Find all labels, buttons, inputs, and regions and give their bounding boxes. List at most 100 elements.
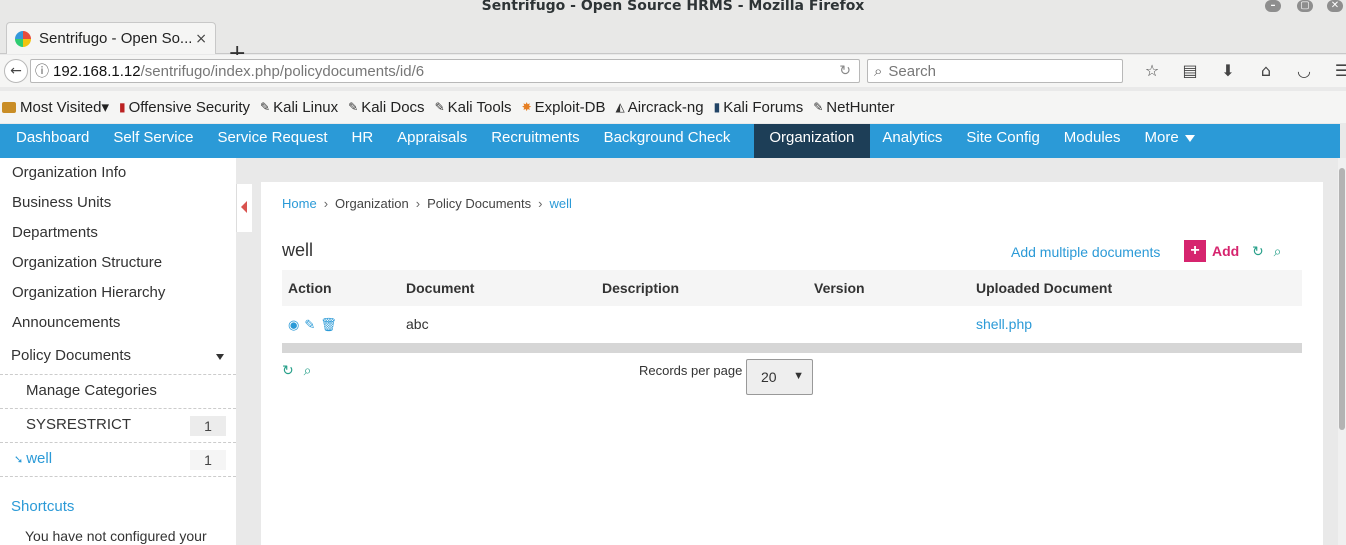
bookmark-kali-tools[interactable]: ✎ Kali Tools xyxy=(435,99,512,116)
search-icon[interactable]: ⌕ xyxy=(304,362,312,378)
nav-hr[interactable]: HR xyxy=(340,124,386,158)
column-document[interactable]: Document xyxy=(400,270,596,306)
browser-tab[interactable]: Sentrifugo - Open So... × xyxy=(6,22,216,54)
cell-description xyxy=(596,306,808,342)
info-icon[interactable]: ⓘ xyxy=(31,61,53,81)
main-panel: Home › Organization › Policy Documents ›… xyxy=(261,182,1323,545)
search-icon[interactable]: ⌕ xyxy=(1274,243,1282,259)
pocket-icon[interactable]: ◡ xyxy=(1285,60,1323,82)
home-icon[interactable]: ⌂ xyxy=(1247,60,1285,82)
minimize-icon[interactable]: – xyxy=(1265,0,1281,12)
reload-icon[interactable]: ↻ xyxy=(839,62,851,79)
sidebar-item-organization-hierarchy[interactable]: Organization Hierarchy xyxy=(12,284,165,301)
bookmark-star-icon[interactable]: ☆ xyxy=(1133,60,1171,82)
chevron-down-icon: ▼ xyxy=(793,370,804,382)
add-button[interactable]: + Add xyxy=(1184,240,1239,262)
sidebar-collapse-toggle[interactable] xyxy=(236,184,252,232)
policy-documents-table: Action Document Description Version Uplo… xyxy=(282,270,1302,342)
shortcuts-heading[interactable]: Shortcuts xyxy=(11,498,74,515)
records-per-page-select[interactable]: 20 ▼ xyxy=(746,359,813,395)
sentrifugo-favicon-icon xyxy=(15,30,31,47)
nav-analytics[interactable]: Analytics xyxy=(882,124,954,158)
kali-icon: ✎ xyxy=(813,100,824,114)
bookmark-kali-linux[interactable]: ✎ Kali Linux xyxy=(260,99,338,116)
kali-icon: ✎ xyxy=(348,100,359,114)
pager-tools: ↻ ⌕ xyxy=(282,362,317,379)
bookmark-kali-forums[interactable]: ▮ Kali Forums xyxy=(714,99,804,116)
nav-site-config[interactable]: Site Config xyxy=(954,124,1051,158)
refresh-icon[interactable]: ↻ xyxy=(282,362,294,378)
nav-service-request[interactable]: Service Request xyxy=(205,124,339,158)
sidebar-item-organization-info[interactable]: Organization Info xyxy=(12,164,126,181)
tab-close-icon[interactable]: × xyxy=(195,31,207,47)
sidebar-item-organization-structure[interactable]: Organization Structure xyxy=(12,254,162,271)
maximize-icon[interactable]: ▢ xyxy=(1297,0,1313,12)
sidebar-item-business-units[interactable]: Business Units xyxy=(12,194,111,211)
uploaded-document-link[interactable]: shell.php xyxy=(976,316,1032,332)
offsec-icon: ▮ xyxy=(118,100,126,114)
nav-recruitments[interactable]: Recruitments xyxy=(479,124,591,158)
breadcrumb-home[interactable]: Home xyxy=(282,196,317,211)
view-icon[interactable]: ◉ xyxy=(288,317,299,332)
back-icon[interactable]: ← xyxy=(4,59,28,83)
column-description[interactable]: Description xyxy=(596,270,808,306)
caret-down-icon xyxy=(1184,134,1195,142)
folder-icon xyxy=(2,101,16,113)
sidebar-item-policy-documents[interactable]: Policy Documents xyxy=(0,341,236,375)
nav-background-check[interactable]: Background Check xyxy=(592,124,743,158)
sidebar-item-manage-categories[interactable]: Manage Categories xyxy=(0,375,236,409)
toolbar-icons: ☆ ▤ ⬇ ⌂ ◡ ☰ xyxy=(1133,60,1346,82)
nav-dashboard[interactable]: Dashboard xyxy=(0,124,101,158)
bookmark-nethunter[interactable]: ✎ NetHunter xyxy=(813,99,894,116)
cell-document: abc xyxy=(406,316,429,332)
breadcrumb-policy-documents: Policy Documents xyxy=(427,196,532,211)
bookmark-exploit-db[interactable]: ✸ Exploit-DB xyxy=(522,99,606,116)
column-version[interactable]: Version xyxy=(808,270,970,306)
nav-more[interactable]: More xyxy=(1133,124,1207,158)
row-actions: ◉ ✎ 🗑 xyxy=(282,306,400,342)
browser-tab-title: Sentrifugo - Open So... xyxy=(39,30,192,47)
bookmarks-toolbar: Most Visited ▾ ▮ Offensive Security ✎ Kali … xyxy=(0,91,1346,123)
records-per-page-label: Records per page xyxy=(639,363,743,378)
bookmark-offensive-security[interactable]: ▮ Offensive Security xyxy=(119,99,250,116)
browser-navbar: ← ⓘ 192.168.1.12/sentrifugo/index.php/po… xyxy=(0,55,1346,87)
column-uploaded-document[interactable]: Uploaded Document xyxy=(970,270,1302,306)
library-icon[interactable]: ▤ xyxy=(1171,60,1209,82)
sidebar-item-well[interactable]: ➘ well 1 xyxy=(0,443,236,477)
nav-organization[interactable]: Organization xyxy=(754,124,871,158)
sidebar-item-announcements[interactable]: Announcements xyxy=(12,314,120,331)
grid-tools: ↻ ⌕ xyxy=(1252,243,1287,260)
url-host: 192.168.1.12 xyxy=(53,62,141,80)
page-scrollbar[interactable] xyxy=(1338,158,1346,545)
sidebar-item-departments[interactable]: Departments xyxy=(12,224,98,241)
count-badge: 1 xyxy=(190,416,226,436)
refresh-icon[interactable]: ↻ xyxy=(1252,243,1264,259)
url-path: /sentrifugo/index.php/policydocuments/id… xyxy=(140,62,425,80)
kali-icon: ✎ xyxy=(434,100,445,114)
window-title-bar: Sentrifugo - Open Source HRMS - Mozilla … xyxy=(0,0,1346,18)
sidebar-item-sysrestrict[interactable]: SYSRESTRICT 1 xyxy=(0,409,236,443)
window-title: Sentrifugo - Open Source HRMS - Mozilla … xyxy=(481,0,865,14)
tab-strip: Sentrifugo - Open So... × + xyxy=(0,18,1346,66)
url-bar[interactable]: ⓘ 192.168.1.12/sentrifugo/index.php/poli… xyxy=(30,59,860,83)
breadcrumb-organization: Organization xyxy=(335,196,409,211)
delete-icon[interactable]: 🗑 xyxy=(320,317,337,332)
close-window-icon[interactable]: ✕ xyxy=(1327,0,1343,12)
nav-self-service[interactable]: Self Service xyxy=(101,124,205,158)
browser-search-input[interactable]: ⌕ Search xyxy=(867,59,1123,83)
page-title: well xyxy=(282,240,314,260)
app-main-nav: Dashboard Self Service Service Request H… xyxy=(0,124,1340,158)
edit-icon[interactable]: ✎ xyxy=(304,317,315,332)
nav-modules[interactable]: Modules xyxy=(1052,124,1133,158)
table-header-row: Action Document Description Version Uplo… xyxy=(282,270,1302,306)
menu-icon[interactable]: ☰ xyxy=(1323,60,1346,82)
bookmark-most-visited[interactable]: Most Visited ▾ xyxy=(2,98,109,116)
scrollbar-thumb[interactable] xyxy=(1339,168,1345,430)
nav-appraisals[interactable]: Appraisals xyxy=(385,124,479,158)
downloads-icon[interactable]: ⬇ xyxy=(1209,60,1247,82)
bookmark-aircrack-ng[interactable]: ◭ Aircrack-ng xyxy=(615,99,703,116)
add-multiple-documents-link[interactable]: Add multiple documents xyxy=(1011,244,1160,260)
kali-forums-icon: ▮ xyxy=(713,100,721,114)
table-horizontal-scrollbar[interactable] xyxy=(282,343,1302,353)
bookmark-kali-docs[interactable]: ✎ Kali Docs xyxy=(348,99,424,116)
